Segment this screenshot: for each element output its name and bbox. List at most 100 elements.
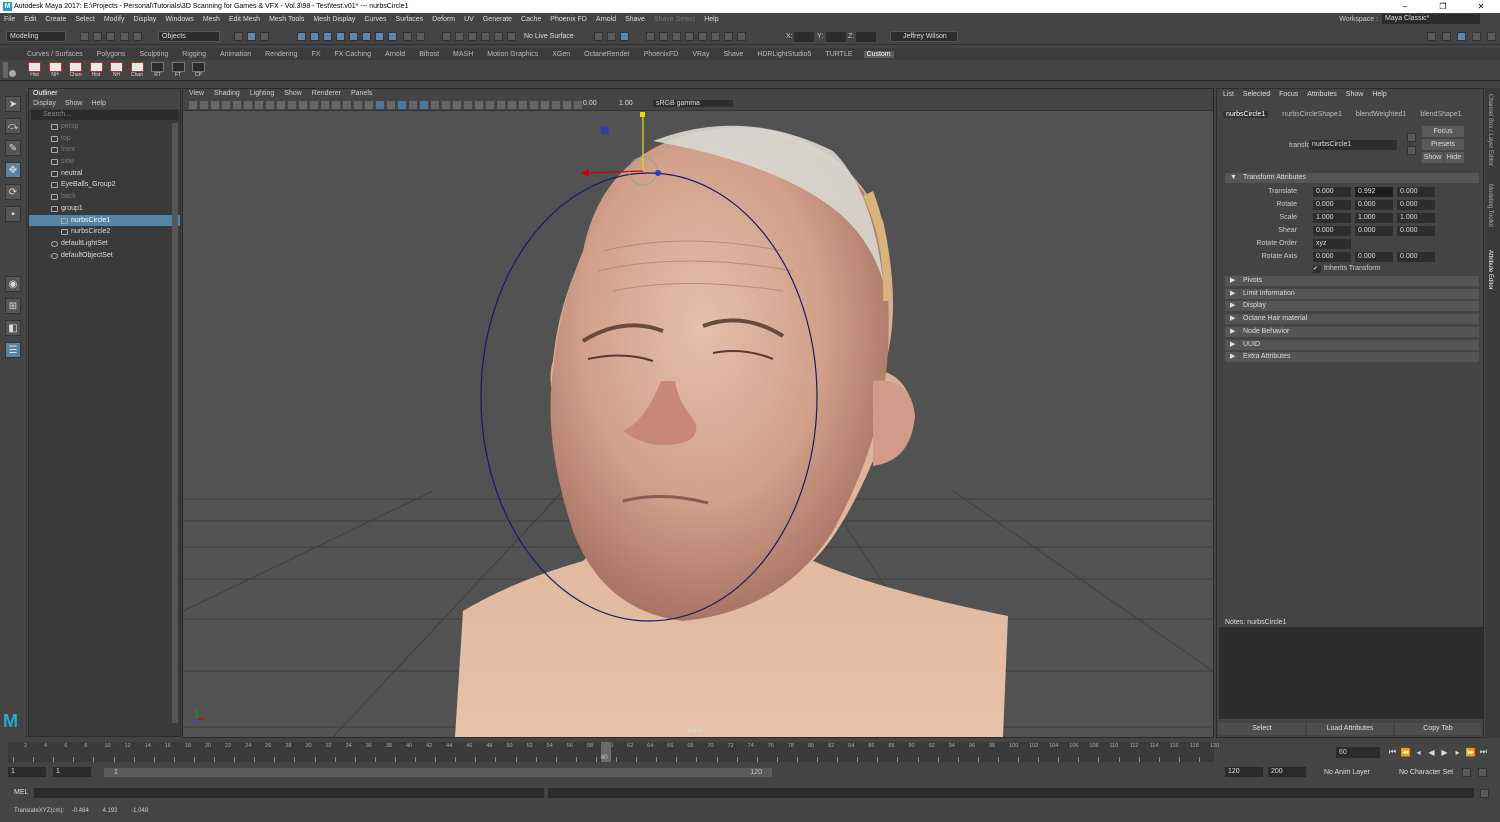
shelf-button-rt[interactable]: RT (150, 62, 165, 80)
play-back-icon[interactable]: ◀ (1425, 748, 1438, 757)
outliner-menu-help[interactable]: Help (91, 98, 105, 109)
viewport-panel[interactable]: View Shading Lighting Show Renderer Panels 0.… (182, 88, 1214, 738)
anim-layer-dropdown[interactable]: No Anim Layer (1324, 769, 1370, 776)
attr-field-translate-y[interactable]: 0.992 (1355, 187, 1393, 197)
menu-deform[interactable]: Deform (432, 16, 455, 23)
attr-menu-attributes[interactable]: Attributes (1307, 89, 1337, 100)
viewport-tool-12-icon[interactable] (310, 101, 318, 109)
viewport-tool-10-icon[interactable] (288, 101, 296, 109)
snap-projected-icon[interactable] (336, 32, 345, 41)
attr-field-rotate-axis-x[interactable]: 0.000 (1313, 252, 1351, 262)
outliner-search-input[interactable]: Search... (31, 110, 178, 120)
playback-end-field[interactable]: 120 (1225, 767, 1263, 777)
workspace-selector[interactable]: Workspace : Maya Classic* (1339, 14, 1480, 24)
anim-start-field[interactable]: 1 (8, 767, 46, 777)
outliner-item[interactable]: front (29, 144, 180, 156)
outliner-item[interactable]: top (29, 133, 180, 145)
minimize-icon[interactable]: – (1386, 0, 1424, 13)
menu-shave-select[interactable]: Shave Select (654, 16, 695, 23)
copy-tab-button[interactable]: Copy Tab (1395, 723, 1481, 735)
shelf-settings-icon[interactable] (9, 70, 16, 77)
open-scene-icon[interactable] (93, 32, 102, 41)
section-pivots[interactable]: ▶ Pivots (1225, 276, 1479, 286)
x-field[interactable] (794, 32, 814, 42)
render-frame-icon[interactable] (442, 32, 451, 41)
attr-field-shear-x[interactable]: 0.000 (1313, 226, 1351, 236)
render-settings-icon[interactable] (481, 32, 490, 41)
paint-icon[interactable]: ✎ (5, 140, 21, 156)
viewport-tool-29-icon[interactable] (497, 101, 505, 109)
show-button[interactable]: Show (1422, 152, 1443, 163)
graph-editor-icon[interactable] (724, 32, 733, 41)
presets-button[interactable]: Presets (1422, 139, 1464, 150)
attr-field-rotate-z[interactable]: 0.000 (1397, 200, 1435, 210)
outliner-item[interactable]: defaultObjectSet (29, 250, 180, 262)
load-attributes-button[interactable]: Load Attributes (1307, 723, 1393, 735)
shelf-tab-bifrost[interactable]: Bifrost (416, 51, 442, 58)
viewport-tool-21-icon[interactable] (409, 101, 417, 109)
four-view-icon[interactable]: ⊞ (5, 298, 21, 314)
viewport-tool-34-icon[interactable] (552, 101, 560, 109)
attr-field-rotate-y[interactable]: 0.000 (1355, 200, 1393, 210)
menu-file[interactable]: File (4, 16, 15, 23)
shelf-button-chan[interactable]: Chan (130, 62, 145, 80)
go-to-end-icon[interactable]: ⏭ (1477, 747, 1490, 757)
viewport-tool-6-icon[interactable] (244, 101, 252, 109)
viewport-menu-renderer[interactable]: Renderer (312, 89, 341, 99)
viewport-tool-17-icon[interactable] (365, 101, 373, 109)
hypershade-icon[interactable] (494, 32, 503, 41)
transform-name-field[interactable]: nurbsCircle1 (1309, 140, 1397, 150)
sidebar-toggle-2-icon[interactable] (607, 32, 616, 41)
select-hierarchy-icon[interactable] (234, 32, 243, 41)
shelf-button-hist[interactable]: Hist (89, 62, 104, 80)
menu-surfaces[interactable]: Surfaces (396, 16, 424, 23)
attr-tab-nurbscircleshape1[interactable]: nurbsCircleShape1 (1282, 111, 1342, 118)
tool-settings-icon[interactable] (646, 32, 655, 41)
section-display[interactable]: ▶ Display (1225, 301, 1479, 312)
viewport-tool-22-icon[interactable] (420, 101, 428, 109)
shelf-tab-xgen[interactable]: XGen (549, 51, 573, 58)
current-frame-field[interactable]: 60 (1336, 746, 1380, 758)
shelf-tab-fx[interactable]: FX (308, 51, 323, 58)
viewport-tool-11-icon[interactable] (299, 101, 307, 109)
menu-display[interactable]: Display (133, 16, 156, 23)
outliner-menu-display[interactable]: Display (33, 98, 56, 109)
viewport-tool-8-icon[interactable] (266, 101, 274, 109)
shelf-tab-octanerender[interactable]: OctaneRender (581, 51, 633, 58)
shelf-button-nh[interactable]: NH (109, 62, 124, 80)
layers-icon[interactable] (711, 32, 720, 41)
section-uuid[interactable]: ▶ UUID (1225, 339, 1479, 350)
pause-icon[interactable] (737, 32, 746, 41)
viewport-tool-14-icon[interactable] (332, 101, 340, 109)
shelf-button-chan[interactable]: Chan (68, 62, 83, 80)
viewport-tool-3-icon[interactable] (211, 101, 219, 109)
snap-curve-icon[interactable] (310, 32, 319, 41)
step-back-frame-icon[interactable]: ◂ (1412, 748, 1425, 757)
menu-generate[interactable]: Generate (483, 16, 512, 23)
shelf-tab-shave[interactable]: Shave (720, 51, 746, 58)
attr-field-translate-z[interactable]: 0.000 (1397, 187, 1435, 197)
layout-1-icon[interactable] (1427, 32, 1436, 41)
shelf-tab-phoenixfd[interactable]: PhoenixFD (641, 51, 682, 58)
viewport-tool-20-icon[interactable] (398, 101, 406, 109)
notes-area[interactable]: Notes: nurbsCircle1 (1219, 619, 1483, 719)
outliner-item[interactable]: side (29, 156, 180, 168)
mel-label[interactable]: MEL (14, 789, 28, 796)
outliner-scrollbar[interactable] (172, 123, 178, 723)
viewport-tool-4-icon[interactable] (222, 101, 230, 109)
channel-box-icon[interactable] (659, 32, 668, 41)
lock-icon[interactable] (403, 32, 412, 41)
viewport-menu-show[interactable]: Show (284, 89, 302, 99)
maximize-icon[interactable]: ❐ (1424, 0, 1462, 13)
attr-field-shear-y[interactable]: 0.000 (1355, 226, 1393, 236)
rotate-icon[interactable]: ⟳ (5, 184, 21, 200)
color-space-dropdown[interactable]: sRGB gamma (653, 100, 733, 107)
select-button[interactable]: Select (1219, 723, 1305, 735)
outliner-item[interactable]: back (29, 191, 180, 203)
menu-arnold[interactable]: Arnold (596, 16, 616, 23)
section-octane-hair-material[interactable]: ▶ Octane Hair material (1225, 314, 1479, 325)
z-field[interactable] (856, 32, 876, 42)
viewport-tool-25-icon[interactable] (453, 101, 461, 109)
focus-node-icon[interactable] (1407, 133, 1416, 142)
viewport-tool-9-icon[interactable] (277, 101, 285, 109)
